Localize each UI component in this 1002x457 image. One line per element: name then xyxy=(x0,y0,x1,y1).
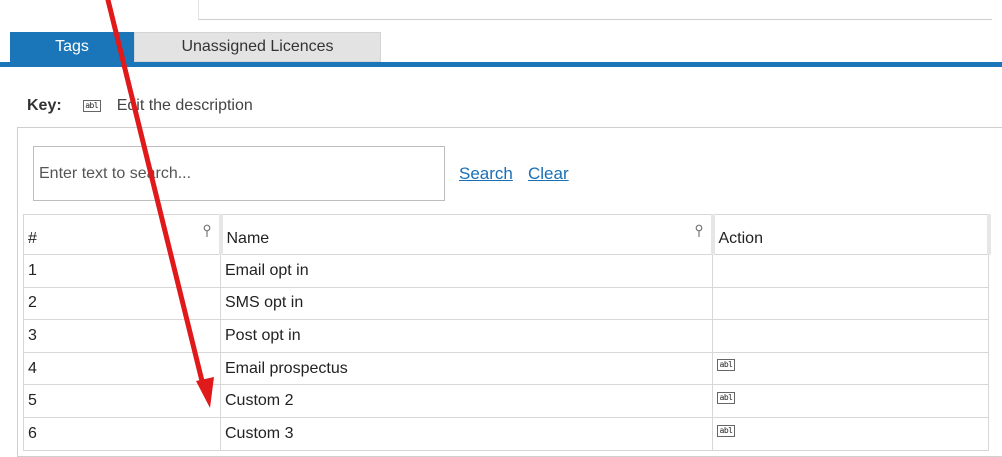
table-header-row: # Name Action xyxy=(23,214,991,255)
search-link[interactable]: Search xyxy=(459,164,513,184)
tags-table: # Name Action 1 Email opt in 2 SMS opt i… xyxy=(23,214,991,451)
row-number-cell: 6 xyxy=(23,416,221,451)
column-header-name-label: Name xyxy=(226,229,270,247)
table-row: 3 Post opt in xyxy=(23,319,989,353)
row-name-cell: Custom 3 xyxy=(220,416,713,451)
tab-tags-label: Tags xyxy=(55,38,89,55)
row-action-cell xyxy=(712,286,989,321)
row-action-cell xyxy=(712,319,989,353)
table-row: 6 Custom 3 abl xyxy=(23,416,989,451)
tab-unassigned-licences-label: Unassigned Licences xyxy=(181,38,334,55)
row-action-cell: abl xyxy=(712,351,989,386)
row-number-cell: 5 xyxy=(23,384,221,418)
column-header-action: Action xyxy=(712,214,991,255)
table-row: 1 Email opt in xyxy=(23,254,989,288)
row-number-cell: 3 xyxy=(23,319,221,353)
row-name-cell: Email opt in xyxy=(220,254,713,288)
key-label: Key: xyxy=(27,97,62,114)
tab-underline xyxy=(0,62,1002,67)
edit-description-icon[interactable]: abl xyxy=(717,359,735,372)
row-name-cell: Post opt in xyxy=(220,319,713,353)
abl-text-field-icon: abl xyxy=(82,100,101,112)
row-action-cell: abl xyxy=(712,416,989,451)
table-row: 5 Custom 2 abl xyxy=(23,384,989,418)
row-number-cell: 1 xyxy=(23,254,221,288)
table-row: 4 Email prospectus abl xyxy=(23,351,989,386)
row-name-cell: Custom 2 xyxy=(220,384,713,418)
edit-description-icon[interactable]: abl xyxy=(717,424,735,437)
row-number-cell: 4 xyxy=(23,351,221,386)
column-header-number-label: # xyxy=(28,229,37,247)
tab-unassigned-licences[interactable]: Unassigned Licences xyxy=(134,32,381,62)
column-header-action-label: Action xyxy=(718,229,763,247)
top-input-field[interactable] xyxy=(198,0,992,20)
edit-description-icon[interactable]: abl xyxy=(717,391,735,404)
filter-pin-icon[interactable] xyxy=(203,224,211,238)
tab-tags[interactable]: Tags xyxy=(10,32,134,62)
column-header-number[interactable]: # xyxy=(23,214,223,255)
clear-link[interactable]: Clear xyxy=(528,164,569,184)
filter-pin-icon[interactable] xyxy=(695,224,703,238)
row-action-cell xyxy=(712,254,989,288)
row-number-cell: 2 xyxy=(23,286,221,321)
key-description: Edit the description xyxy=(116,97,253,114)
row-action-cell: abl xyxy=(712,384,989,418)
row-name-cell: SMS opt in xyxy=(220,286,713,321)
search-input[interactable] xyxy=(33,146,445,201)
row-name-cell: Email prospectus xyxy=(220,351,713,386)
column-header-name[interactable]: Name xyxy=(220,214,715,255)
key-legend: Key: abl Edit the description xyxy=(27,94,253,118)
table-row: 2 SMS opt in xyxy=(23,286,989,321)
